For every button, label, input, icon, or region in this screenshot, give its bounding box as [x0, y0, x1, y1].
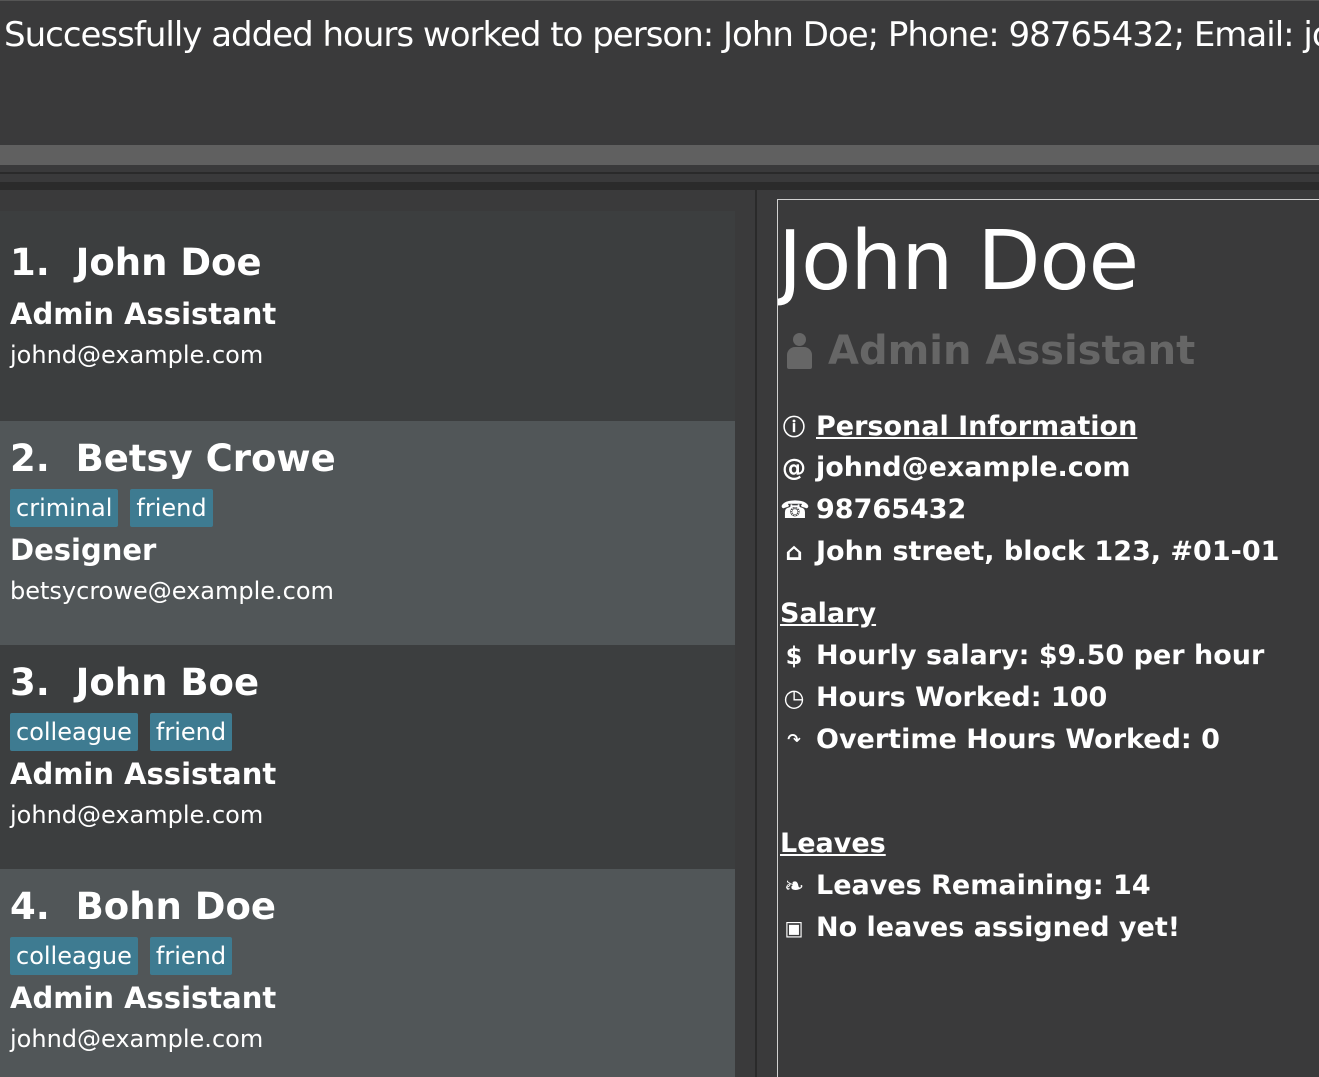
divider-line	[0, 172, 1319, 174]
person-name-text: Betsy Crowe	[75, 437, 336, 480]
phone-row: ☎ 98765432	[780, 494, 966, 525]
hours-worked-row: ◷ Hours Worked: 100	[780, 682, 1108, 713]
detail-role-row: Admin Assistant	[784, 328, 1195, 374]
divider-line	[755, 190, 757, 1077]
person-index: 1.	[10, 241, 50, 284]
person-name-text: Bohn Doe	[75, 885, 276, 928]
tag: friend	[130, 489, 213, 527]
person-role: Admin Assistant	[10, 757, 277, 791]
tag-list: colleague friend	[10, 937, 233, 975]
detail-role: Admin Assistant	[828, 328, 1196, 374]
person-card[interactable]: 2. Betsy Crowe criminal friend Designer …	[0, 421, 735, 645]
detail-leaves-assigned: No leaves assigned yet!	[816, 912, 1181, 943]
person-card[interactable]: 3. John Boe colleague friend Admin Assis…	[0, 645, 735, 869]
person-card[interactable]: 4. Bohn Doe colleague friend Admin Assis…	[0, 869, 735, 1077]
address-row: ⌂ John street, block 123, #01-01	[780, 536, 1279, 567]
result-message: Successfully added hours worked to perso…	[4, 15, 1319, 55]
detail-name: John Doe	[778, 214, 1139, 309]
person-role: Designer	[10, 533, 157, 567]
leaf-icon: ❧	[783, 871, 805, 900]
phone-icon: ☎	[780, 495, 810, 524]
tag: criminal	[10, 489, 119, 527]
detail-hourly-salary: Hourly salary: $9.50 per hour	[816, 640, 1265, 671]
person-list-panel[interactable]: 1. John Doe Admin Assistant johnd@exampl…	[0, 190, 756, 1077]
detail-leaves-remaining: Leaves Remaining: 14	[816, 870, 1151, 901]
detail-address: John street, block 123, #01-01	[816, 536, 1280, 567]
tag: colleague	[10, 937, 138, 975]
at-icon: @	[782, 453, 806, 482]
person-index: 2.	[10, 437, 50, 480]
person-index: 3.	[10, 661, 50, 704]
person-card[interactable]: 1. John Doe Admin Assistant johnd@exampl…	[0, 211, 735, 421]
split-pane-divider[interactable]	[735, 190, 756, 1077]
person-name: 4. Bohn Doe	[10, 885, 276, 928]
clock-icon: ◷	[783, 683, 805, 712]
person-role: Admin Assistant	[10, 297, 277, 331]
tag: colleague	[10, 713, 138, 751]
calendar-icon: ▣	[784, 915, 804, 940]
person-email: betsycrowe@example.com	[10, 577, 334, 605]
dollar-icon: $	[785, 641, 803, 670]
person-name: 2. Betsy Crowe	[10, 437, 336, 480]
person-detail-panel: John Doe Admin Assistant ⓘ Personal Info…	[777, 199, 1319, 1077]
salary-title: Salary	[780, 598, 877, 629]
detail-overtime: Overtime Hours Worked: 0	[816, 724, 1220, 755]
person-index: 4.	[10, 885, 50, 928]
tag-list: criminal friend	[10, 489, 213, 527]
person-name: 3. John Boe	[10, 661, 259, 704]
overtime-row: ↷ Overtime Hours Worked: 0	[780, 724, 1220, 755]
tag-list: colleague friend	[10, 713, 233, 751]
command-box-divider[interactable]	[0, 145, 1319, 165]
tag: friend	[149, 937, 233, 975]
app-window: Successfully added hours worked to perso…	[0, 0, 1319, 1077]
person-name-text: John Boe	[75, 661, 260, 704]
person-name-text: John Doe	[75, 241, 262, 284]
person-name: 1. John Doe	[10, 241, 262, 284]
leaves-assigned-row: ▣ No leaves assigned yet!	[780, 912, 1181, 943]
detail-hours-worked: Hours Worked: 100	[816, 682, 1108, 713]
divider-line	[0, 182, 1319, 190]
info-icon: ⓘ	[782, 416, 805, 441]
home-icon: ⌂	[785, 537, 803, 566]
hourly-salary-row: $ Hourly salary: $9.50 per hour	[780, 640, 1265, 671]
detail-email: johnd@example.com	[816, 452, 1131, 483]
leaves-title: Leaves	[780, 828, 886, 859]
overtime-arrow-icon: ↷	[787, 730, 801, 749]
personal-info-title: Personal Information	[816, 410, 1138, 442]
result-display: Successfully added hours worked to perso…	[0, 0, 1319, 146]
personal-info-header: ⓘ Personal Information	[780, 410, 1137, 442]
person-email: johnd@example.com	[10, 801, 264, 829]
email-row: @ johnd@example.com	[780, 452, 1131, 483]
person-icon	[784, 331, 814, 371]
detail-phone: 98765432	[816, 494, 967, 525]
person-role: Admin Assistant	[10, 981, 277, 1015]
leaves-remaining-row: ❧ Leaves Remaining: 14	[780, 870, 1151, 901]
person-email: johnd@example.com	[10, 1025, 264, 1053]
person-email: johnd@example.com	[10, 341, 264, 369]
tag: friend	[149, 713, 233, 751]
